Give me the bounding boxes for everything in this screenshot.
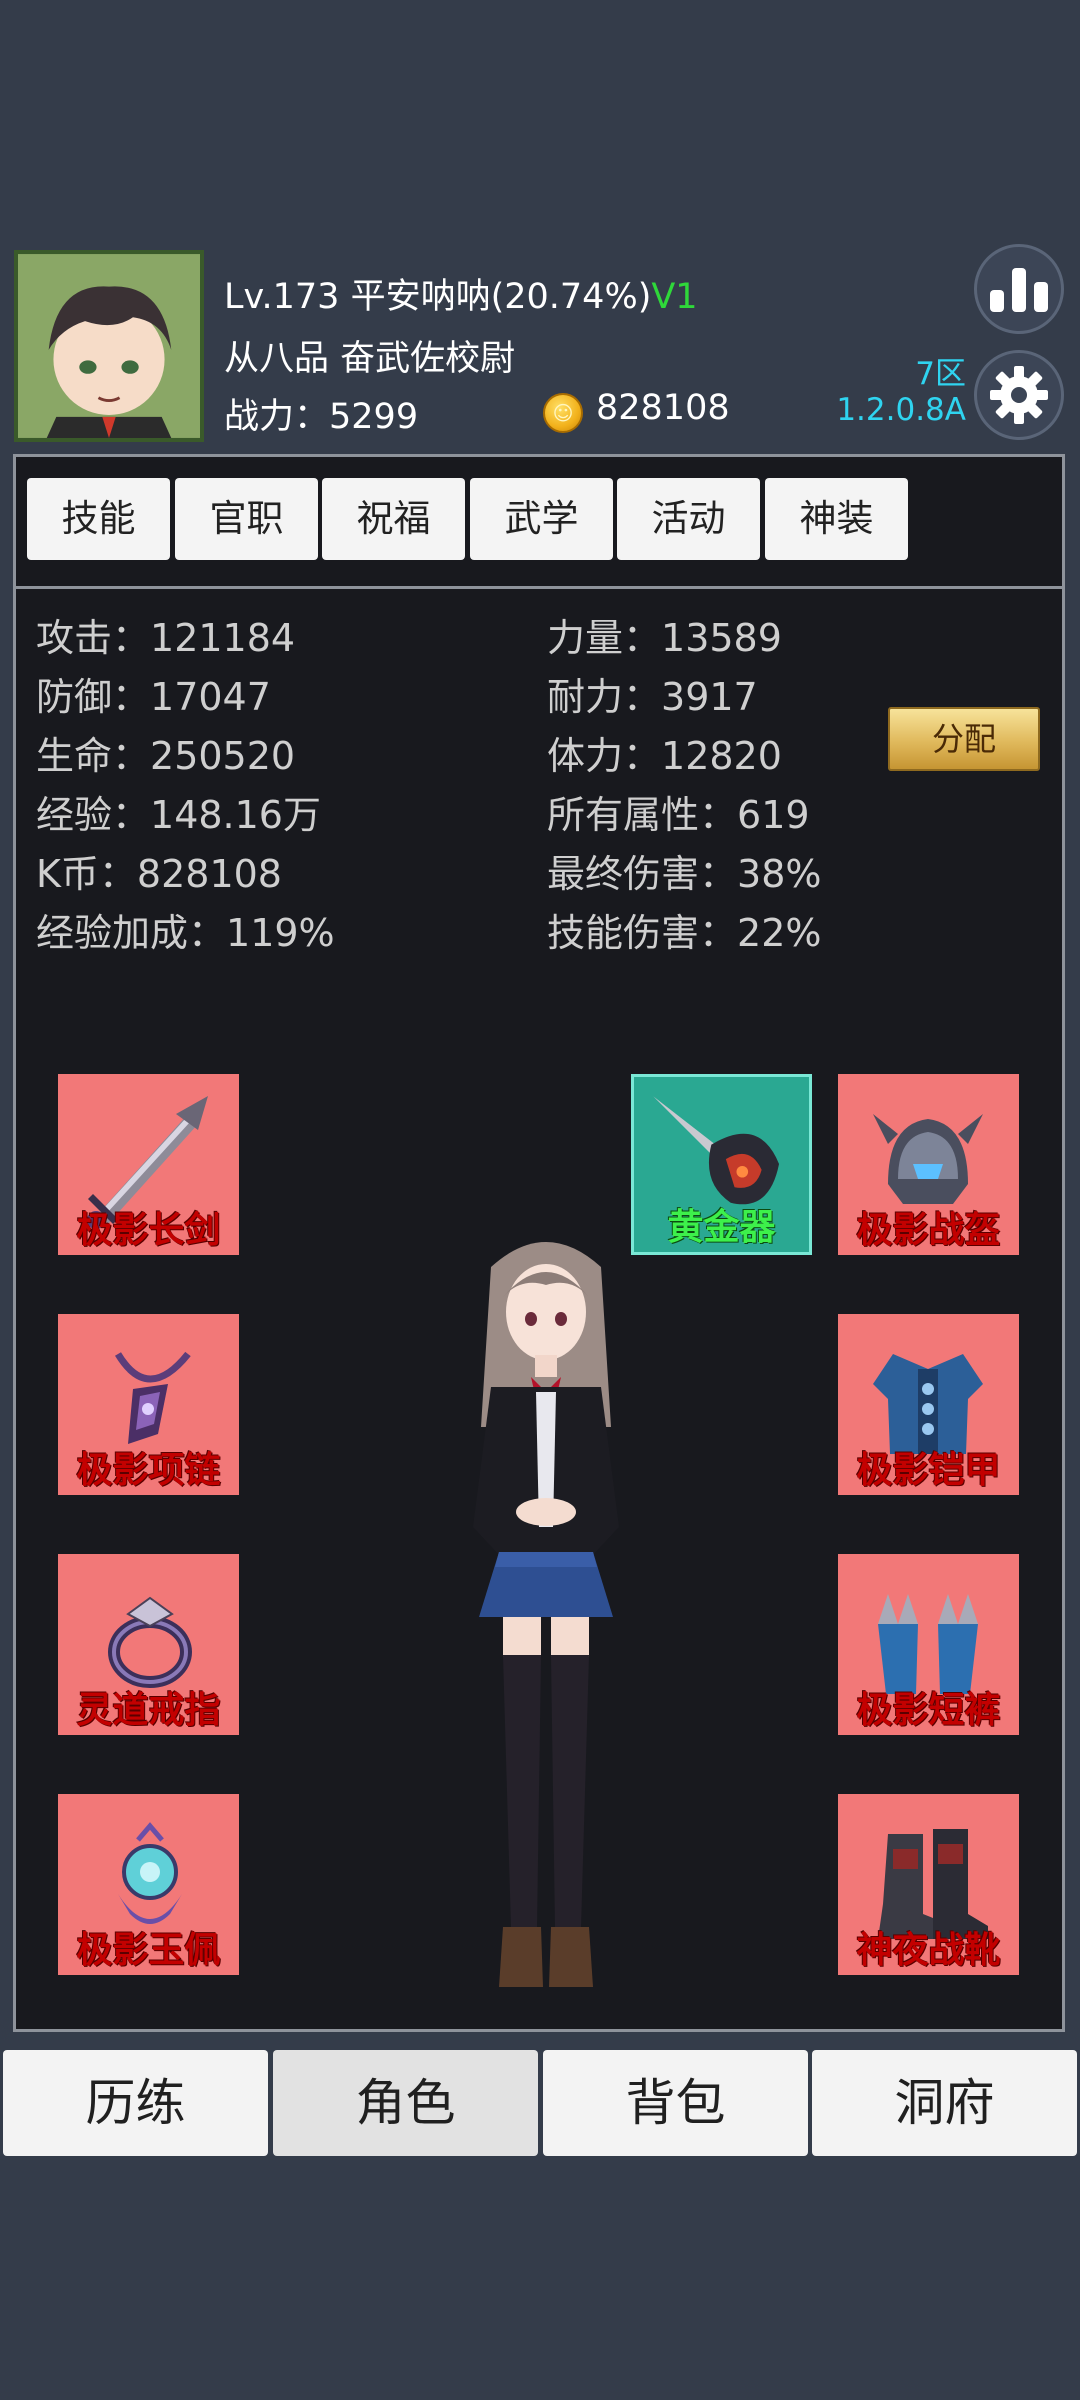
stat-label: 最终伤害： (547, 852, 738, 896)
slot-label: 极影战盔 (856, 1210, 1001, 1251)
character-model (441, 1227, 651, 1997)
stat-final-damage: 最终伤害：38% (547, 843, 821, 898)
nav-character[interactable]: 角色 (273, 2050, 538, 2156)
leaderboard-button[interactable] (974, 244, 1064, 334)
stat-value: 22% (737, 911, 822, 955)
slot-label: 极影长剑 (76, 1210, 221, 1251)
settings-button[interactable] (974, 350, 1064, 440)
server-zone: 7区 (915, 356, 966, 392)
player-avatar[interactable] (14, 250, 204, 442)
tab-martial-arts[interactable]: 武学 (470, 478, 613, 560)
equip-slot-weapon[interactable]: 极影长剑 (58, 1074, 239, 1255)
stat-value: 13589 (661, 616, 782, 660)
slot-label: 极影项链 (76, 1450, 221, 1491)
combat-power: 战力：5299 (224, 388, 418, 439)
assign-points-button[interactable]: 分配 (888, 707, 1040, 771)
stat-skill-damage: 技能伤害：22% (547, 902, 821, 957)
game-version: 1.2.0.8A (836, 392, 966, 428)
stat-stamina: 体力：12820 (547, 725, 782, 780)
stat-value: 12820 (661, 734, 782, 778)
stat-all-attributes: 所有属性：619 (547, 784, 810, 839)
tab-skills[interactable]: 技能 (27, 478, 170, 560)
stat-label: K币： (36, 852, 137, 896)
coin-balance: 828108 (596, 388, 730, 428)
gear-icon (990, 366, 1048, 424)
stat-label: 防御： (36, 675, 151, 719)
equip-slot-necklace[interactable]: 极影项链 (58, 1314, 239, 1495)
equip-slot-armor[interactable]: 极影铠甲 (838, 1314, 1019, 1495)
stat-value: 121184 (150, 616, 296, 660)
stat-label: 耐力： (547, 675, 662, 719)
exp-percent: (20.74%) (490, 277, 652, 317)
equip-slot-boots[interactable]: 神夜战靴 (838, 1794, 1019, 1975)
stat-value: 3917 (661, 675, 758, 719)
vip-badge[interactable]: V1 (651, 277, 697, 317)
equip-slot-helmet[interactable]: 极影战盔 (838, 1074, 1019, 1255)
stat-value: 119% (226, 911, 335, 955)
equip-slot-pendant[interactable]: 极影玉佩 (58, 1794, 239, 1975)
stat-value: 38% (737, 852, 822, 896)
stat-label: 生命： (36, 734, 151, 778)
player-name: 平安呐呐 (350, 277, 491, 317)
slot-label: 灵道戒指 (76, 1690, 221, 1731)
stat-value: 250520 (150, 734, 296, 778)
player-info-line: Lv.173 平安呐呐(20.74%)V1 (224, 268, 698, 319)
stat-label: 经验加成： (36, 911, 227, 955)
nav-backpack[interactable]: 背包 (543, 2050, 808, 2156)
stat-life: 生命：250520 (36, 725, 295, 780)
stat-experience: 经验：148.16万 (36, 784, 321, 839)
slot-label: 极影玉佩 (76, 1930, 221, 1971)
power-label: 战力： (224, 397, 330, 437)
equip-slot-shorts[interactable]: 极影短裤 (838, 1554, 1019, 1735)
coin-icon: ☺ (543, 393, 583, 433)
stat-label: 力量： (547, 616, 662, 660)
slot-label: 神夜战靴 (856, 1930, 1001, 1971)
slot-label: 极影短裤 (856, 1690, 1001, 1731)
slot-label: 极影铠甲 (856, 1450, 1001, 1491)
stat-k-coin: K币：828108 (36, 843, 282, 898)
player-level: Lv.173 (224, 277, 340, 317)
nav-cave-mansion[interactable]: 洞府 (812, 2050, 1077, 2156)
bar-chart-icon (990, 268, 1048, 312)
stat-value: 148.16万 (150, 793, 321, 837)
stat-value: 17047 (150, 675, 271, 719)
stat-exp-bonus: 经验加成：119% (36, 902, 335, 957)
stat-value: 619 (737, 793, 810, 837)
nav-training[interactable]: 历练 (3, 2050, 268, 2156)
character-panel: 技能 官职 祝福 武学 活动 神装 攻击：121184 防御：17047 生命：… (13, 454, 1065, 2032)
tab-blessing[interactable]: 祝福 (322, 478, 465, 560)
stat-endurance: 耐力：3917 (547, 666, 758, 721)
avatar-portrait-icon (18, 254, 200, 438)
stat-label: 所有属性： (547, 793, 738, 837)
stat-label: 技能伤害： (547, 911, 738, 955)
player-rank: 从八品 奋武佐校尉 (224, 339, 516, 379)
stat-attack: 攻击：121184 (36, 607, 295, 662)
stat-strength: 力量：13589 (547, 607, 782, 662)
character-figure-icon (473, 1242, 619, 1987)
stat-label: 经验： (36, 793, 151, 837)
stat-label: 体力： (547, 734, 662, 778)
slot-label: 黄金器 (667, 1207, 776, 1248)
stat-value: 828108 (136, 852, 282, 896)
tab-divine-gear[interactable]: 神装 (765, 478, 908, 560)
equip-slot-ring[interactable]: 灵道戒指 (58, 1554, 239, 1735)
power-value: 5299 (329, 397, 419, 437)
stat-defense: 防御：17047 (36, 666, 271, 721)
tab-official-post[interactable]: 官职 (175, 478, 318, 560)
stat-label: 攻击： (36, 616, 151, 660)
function-tab-bar: 技能 官职 祝福 武学 活动 神装 (16, 457, 1062, 589)
equip-slot-golden-weapon[interactable]: 黄金器 (631, 1074, 812, 1255)
tab-events[interactable]: 活动 (617, 478, 760, 560)
